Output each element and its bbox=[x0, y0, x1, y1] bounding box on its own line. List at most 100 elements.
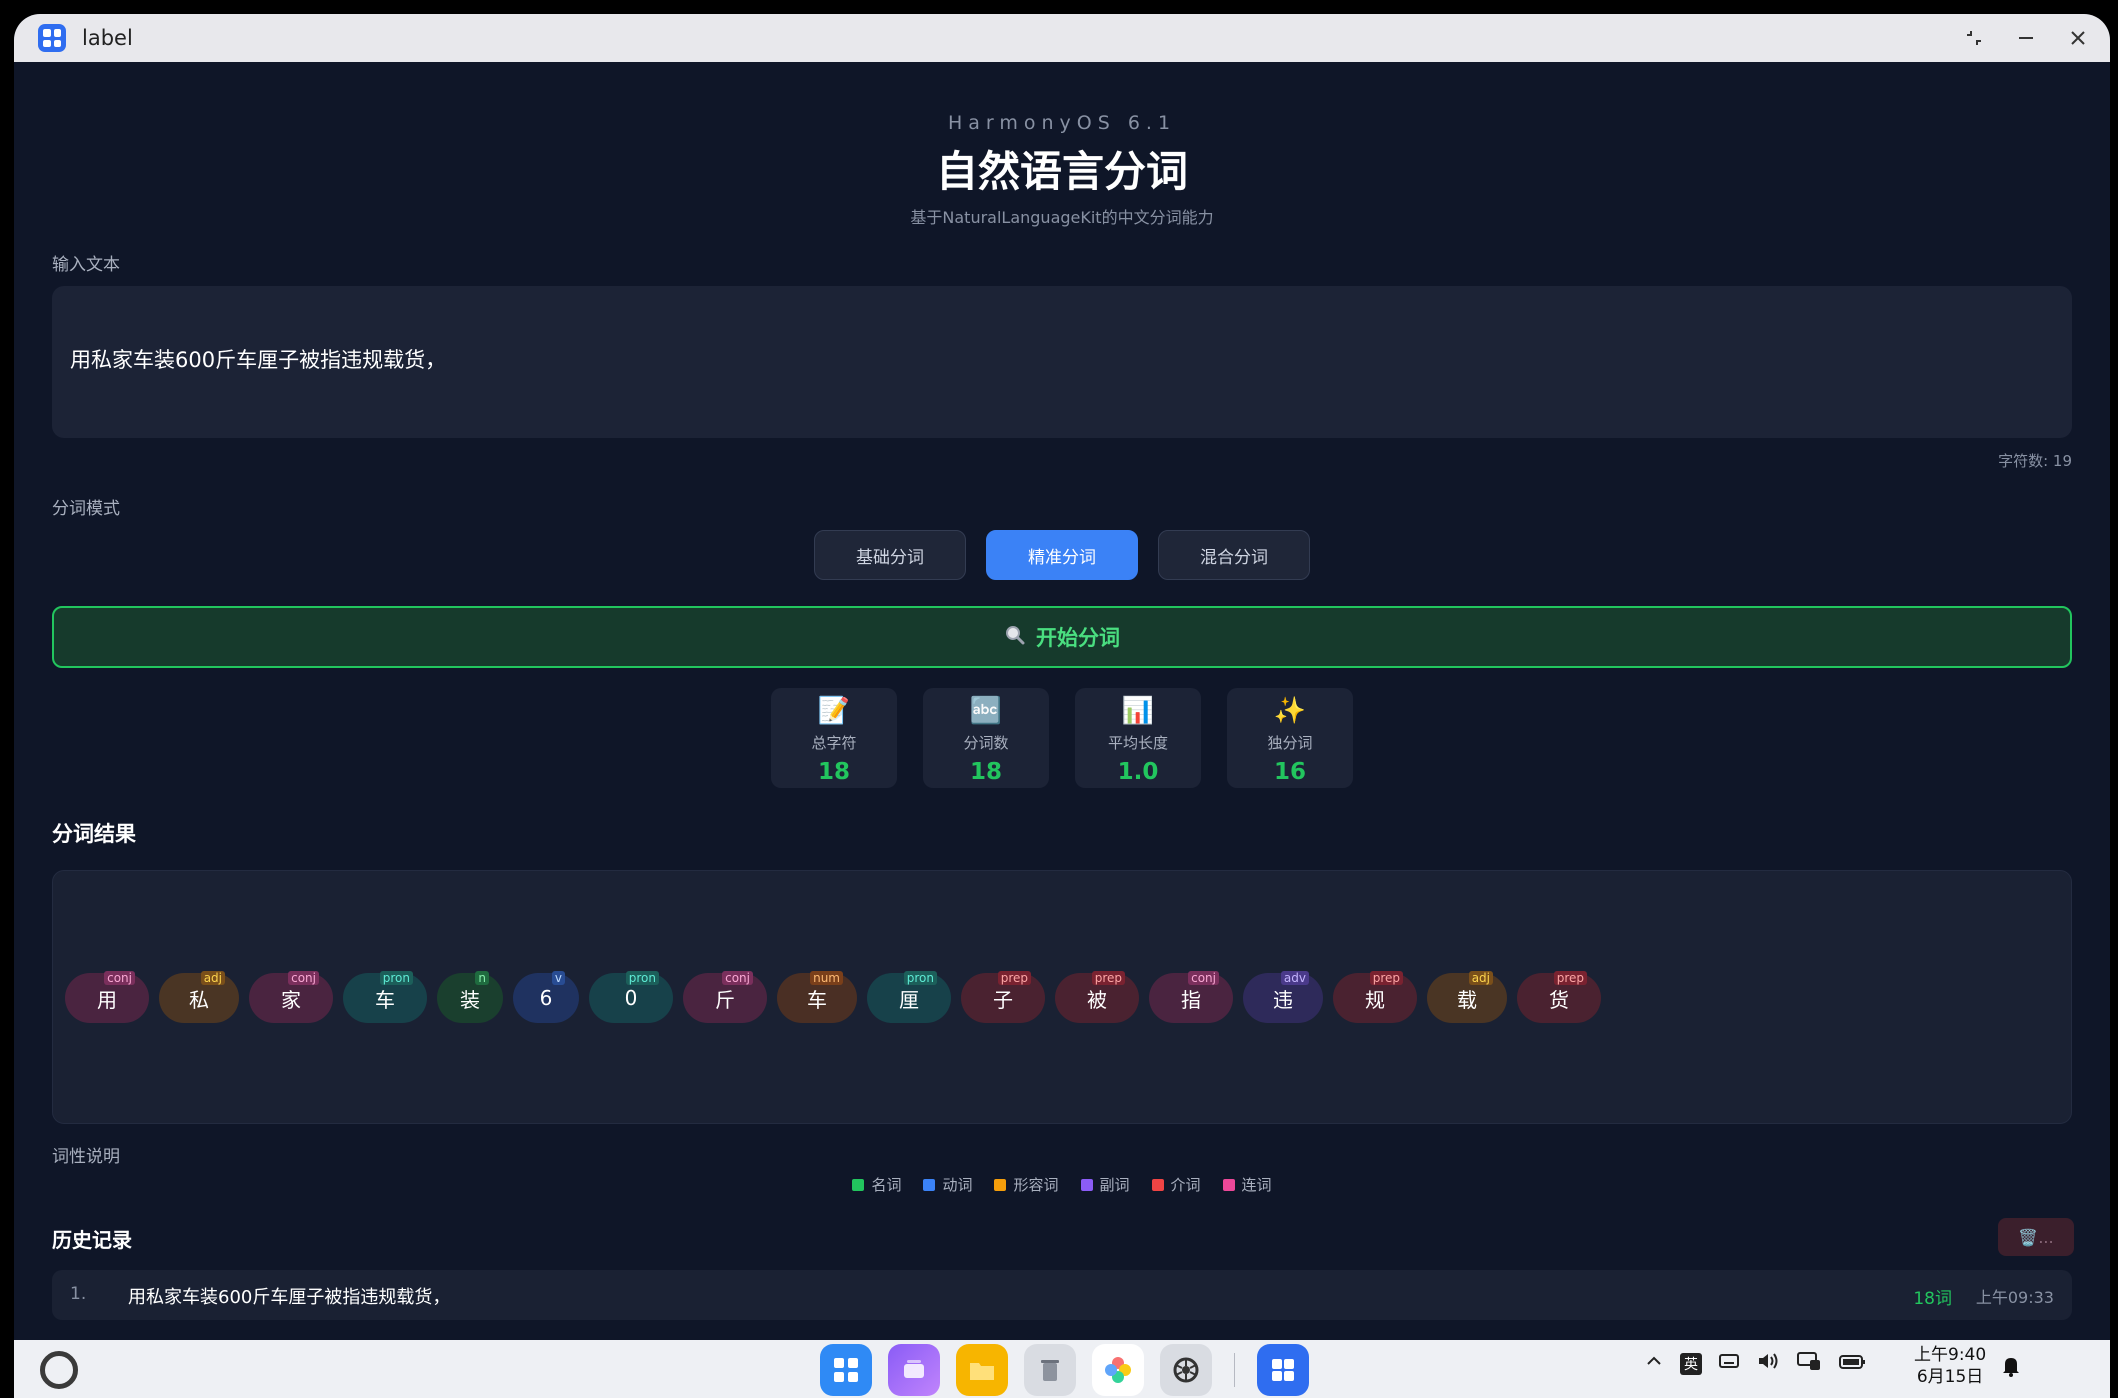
token-pos-tag: adj bbox=[1468, 971, 1493, 985]
stat-label: 平均长度 bbox=[1107, 734, 1168, 752]
chevron-up-icon[interactable] bbox=[1644, 1351, 1664, 1376]
display-icon[interactable] bbox=[1796, 1350, 1822, 1377]
token-text: 装 bbox=[460, 987, 480, 1012]
token-pos-tag: prep bbox=[997, 971, 1031, 985]
stat-value: 1.0 bbox=[1117, 759, 1159, 785]
taskbar: 英 上午9:40 6月15日 bbox=[14, 1340, 2110, 1398]
token-chip[interactable]: 车 num bbox=[777, 971, 857, 1023]
token-chip[interactable]: 0 pron bbox=[589, 971, 673, 1023]
app-content: HarmonyOS 6.1 自然语言分词 基于NaturalLanguageKi… bbox=[14, 62, 2110, 1340]
token-text: 被 bbox=[1087, 987, 1107, 1012]
token-list: 用 conj 私 adj 家 conj 车 pron 装 n 6 v 0 pron 斤 conj 车 num 厘 pr… bbox=[65, 971, 1601, 1023]
legend-item: 介词 bbox=[1151, 1174, 1201, 1195]
token-chip[interactable]: 被 prep bbox=[1055, 971, 1139, 1023]
mode-basic-button[interactable]: 基础分词 bbox=[814, 530, 966, 580]
legend-swatch bbox=[852, 1178, 865, 1191]
token-chip[interactable]: 装n bbox=[437, 971, 503, 1023]
token-chip[interactable]: 指 conj bbox=[1149, 971, 1233, 1023]
token-chip[interactable]: 货 prep bbox=[1517, 971, 1601, 1023]
dock bbox=[820, 1344, 1309, 1396]
close-icon[interactable] bbox=[2066, 26, 2090, 50]
token-text: 违 bbox=[1273, 987, 1293, 1012]
mode-mixed-button[interactable]: 混合分词 bbox=[1158, 530, 1310, 580]
legend-swatch bbox=[923, 1178, 936, 1191]
window-titlebar: label bbox=[14, 14, 2110, 62]
settings-gear-icon[interactable] bbox=[1160, 1344, 1212, 1396]
clear-history-button[interactable]: 🗑️... bbox=[1998, 1218, 2074, 1256]
token-chip[interactable]: 车 pron bbox=[343, 971, 427, 1023]
token-pos-tag: adj bbox=[200, 971, 225, 985]
legend-item: 副词 bbox=[1080, 1174, 1130, 1195]
notification-bell-icon[interactable] bbox=[2000, 1354, 2022, 1384]
stat-label: 独分词 bbox=[1267, 734, 1313, 752]
token-pos-tag: n bbox=[475, 971, 489, 985]
token-chip[interactable]: 家 conj bbox=[249, 971, 333, 1023]
label-app-icon[interactable] bbox=[1257, 1344, 1309, 1396]
dock-separator bbox=[1234, 1353, 1235, 1387]
gallery-icon[interactable] bbox=[1092, 1344, 1144, 1396]
keyboard-icon[interactable] bbox=[1718, 1351, 1740, 1376]
legend-item: 连词 bbox=[1222, 1174, 1272, 1195]
start-segment-button[interactable]: 开始分词 bbox=[52, 606, 2072, 668]
token-pos-tag: pron bbox=[379, 971, 413, 985]
mode-label: 分词模式 bbox=[52, 499, 120, 519]
token-pos-tag: prep bbox=[1091, 971, 1125, 985]
mode-precise-button[interactable]: 精准分词 bbox=[986, 530, 1138, 580]
multitask-icon[interactable] bbox=[888, 1344, 940, 1396]
token-text: 6 bbox=[539, 986, 553, 1010]
token-text: 指 bbox=[1181, 987, 1201, 1012]
app-center-icon[interactable] bbox=[820, 1344, 872, 1396]
minimize-icon[interactable] bbox=[2014, 26, 2038, 50]
token-text: 子 bbox=[993, 987, 1013, 1012]
volume-icon[interactable] bbox=[1756, 1351, 1780, 1376]
legend-label: 词性说明 bbox=[52, 1147, 120, 1167]
stat-label: 总字符 bbox=[811, 734, 857, 752]
stat-value: 16 bbox=[1273, 759, 1306, 785]
token-pos-tag: num bbox=[810, 971, 843, 985]
page-subtitle: 基于NaturalLanguageKit的中文分词能力 bbox=[910, 208, 1214, 227]
token-text: 规 bbox=[1365, 987, 1385, 1012]
os-version-label: HarmonyOS 6.1 bbox=[947, 112, 1177, 134]
token-text: 载 bbox=[1457, 987, 1477, 1012]
app-grid-icon bbox=[38, 24, 66, 52]
stat-card: 📊 平均长度 1.0 bbox=[1075, 688, 1201, 788]
legend-swatch bbox=[994, 1178, 1007, 1191]
token-chip[interactable]: 子 prep bbox=[961, 971, 1045, 1023]
token-pos-tag: v bbox=[551, 971, 565, 985]
token-pos-tag: pron bbox=[625, 971, 659, 985]
page-title: 自然语言分词 bbox=[935, 147, 1188, 196]
ime-indicator[interactable]: 英 bbox=[1680, 1352, 1702, 1375]
token-pos-tag: conj bbox=[288, 971, 319, 985]
legend-label: 连词 bbox=[1241, 1176, 1272, 1194]
token-chip[interactable]: 厘 pron bbox=[867, 971, 951, 1023]
token-chip[interactable]: 违 adv bbox=[1243, 971, 1323, 1023]
text-input[interactable]: 用私家车装600斤车厘子被指违规载货， bbox=[52, 286, 2072, 438]
start-button-icon[interactable] bbox=[40, 1351, 78, 1389]
token-text: 厘 bbox=[899, 987, 919, 1012]
legend-label: 名词 bbox=[871, 1176, 902, 1194]
token-pos-tag: conj bbox=[722, 971, 753, 985]
history-item[interactable]: 1. 用私家车装600斤车厘子被指违规载货， 18词 上午09:33 bbox=[52, 1270, 2072, 1320]
token-chip[interactable]: 规 prep bbox=[1333, 971, 1417, 1023]
stat-card: 📝 总字符 18 bbox=[771, 688, 897, 788]
token-chip[interactable]: 斤 conj bbox=[683, 971, 767, 1023]
legend-label: 动词 bbox=[942, 1176, 973, 1194]
restore-icon[interactable] bbox=[1962, 26, 1986, 50]
token-chip[interactable]: 6v bbox=[513, 971, 579, 1023]
input-value: 用私家车装600斤车厘子被指违规载货， bbox=[70, 348, 447, 372]
token-pos-tag: pron bbox=[903, 971, 937, 985]
legend-swatch bbox=[1080, 1178, 1093, 1191]
battery-icon[interactable] bbox=[1838, 1352, 1866, 1376]
stat-card: ✨ 独分词 16 bbox=[1227, 688, 1353, 788]
history-index: 1. bbox=[70, 1284, 87, 1304]
token-chip[interactable]: 用 conj bbox=[65, 971, 149, 1023]
token-chip[interactable]: 载 adj bbox=[1427, 971, 1507, 1023]
sparkles-icon: ✨ bbox=[1273, 696, 1307, 726]
token-pos-tag: prep bbox=[1553, 971, 1587, 985]
files-icon[interactable] bbox=[956, 1344, 1008, 1396]
clock-date: 6月15日 bbox=[1916, 1367, 1984, 1387]
stat-value: 18 bbox=[969, 759, 1002, 785]
clock[interactable]: 上午9:40 6月15日 bbox=[1914, 1344, 1986, 1388]
trash-icon[interactable] bbox=[1024, 1344, 1076, 1396]
token-chip[interactable]: 私 adj bbox=[159, 971, 239, 1023]
